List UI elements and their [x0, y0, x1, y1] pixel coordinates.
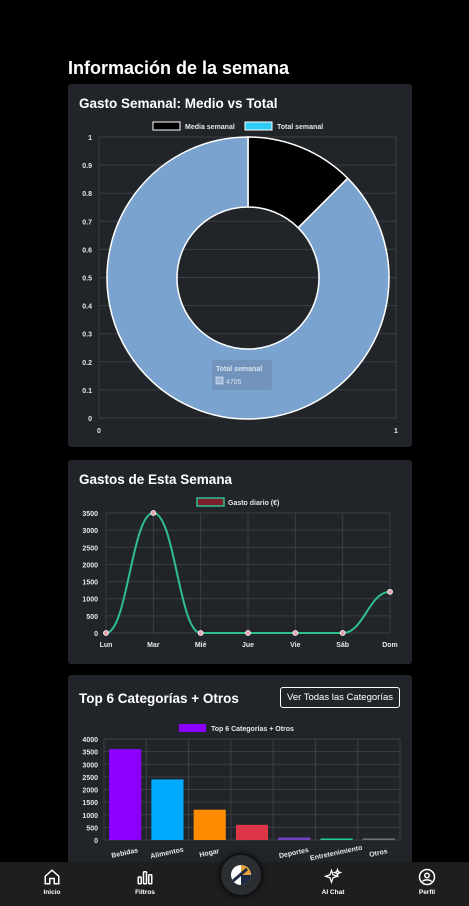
bar [193, 809, 226, 840]
app-logo-icon [231, 865, 251, 885]
legend-label: Top 6 Categorías + Otros [211, 726, 294, 733]
y-tick-label: 0.5 [82, 276, 92, 283]
bar [151, 779, 184, 840]
nav-label-ai-chat: AI Chat [321, 889, 345, 896]
nav-item-inicio[interactable]: Inicio [22, 868, 82, 896]
x-tick-label: 1 [394, 428, 398, 435]
x-tick-label: Alimentos [150, 847, 185, 861]
nav-label-inicio: Inicio [43, 889, 61, 896]
y-tick-label: 500 [86, 614, 98, 621]
user-circle-icon [418, 868, 436, 886]
x-tick-label: Otros [369, 848, 389, 859]
bar [278, 837, 311, 840]
legend-label: Gasto diario (€) [228, 500, 279, 507]
y-tick-label: 0.9 [82, 163, 92, 170]
data-point [197, 630, 204, 636]
x-tick-label: Deportes [278, 847, 309, 860]
y-tick-label: 1 [88, 135, 92, 142]
home-icon [44, 869, 60, 885]
y-tick-label: 2500 [82, 545, 98, 552]
legend-swatch [152, 121, 181, 131]
data-point [150, 510, 157, 516]
y-tick-label: 1000 [82, 813, 98, 820]
bar [235, 824, 269, 840]
bar [109, 749, 142, 840]
y-tick-label: 0.7 [82, 219, 92, 226]
legend-swatch [179, 724, 206, 732]
y-tick-label: 2000 [82, 788, 98, 795]
x-tick-label: Hogar [199, 848, 221, 859]
legend-swatch [196, 497, 225, 507]
data-point [245, 630, 251, 636]
legend-swatch [244, 121, 273, 131]
x-tick-label: Sáb [336, 642, 349, 649]
x-tick-label: Lun [100, 642, 113, 649]
legend-label: Media semanal [185, 124, 235, 131]
y-tick-label: 500 [86, 825, 98, 832]
weekly-average-card: Gasto Semanal: Medio vs Total 0 0.1 0.2 0.3… [68, 84, 412, 447]
y-tick-label: 3500 [82, 511, 98, 518]
y-tick-label: 1500 [82, 580, 98, 587]
x-tick-label: Dom [382, 642, 398, 649]
bar-chart-icon [137, 871, 153, 885]
sparkles-icon [324, 868, 342, 885]
y-tick-label: 0.3 [82, 332, 92, 339]
data-point [292, 630, 299, 636]
x-tick-label: Bebidas [111, 847, 139, 860]
data-point [103, 630, 109, 636]
x-tick-label: 0 [97, 428, 101, 435]
data-point [387, 588, 393, 595]
y-tick-label: 0 [94, 631, 98, 638]
nav-label-perfil: Perfil [418, 889, 436, 896]
donut-chart[interactable]: 0 0.1 0.2 0.3 0.4 0.5 0.6 0.7 0.8 0.9 1 0 1 Media sem… [68, 84, 412, 447]
y-tick-label: 1000 [82, 597, 98, 604]
top-categories-card: Top 6 Categorías + Otros Ver Todas las C… [68, 675, 412, 875]
y-tick-label: 0.8 [82, 191, 92, 198]
center-action-button[interactable] [219, 853, 263, 897]
nav-item-filtros[interactable]: Filtros [115, 868, 175, 896]
weekly-expenses-card: Gastos de Esta Semana 0 500 1000 1500 2000 25… [68, 460, 412, 664]
line-chart[interactable]: 0 500 1000 1500 2000 2500 3000 3500 Lun Mar Mié Jue… [68, 460, 412, 664]
x-tick-label: Vie [290, 642, 300, 649]
x-tick-label: Entretenimiento [309, 845, 363, 863]
data-point [339, 630, 346, 636]
y-tick-label: 2500 [82, 775, 98, 782]
x-tick-label: Jue [242, 642, 254, 649]
x-tick-label: Mié [195, 642, 207, 649]
tooltip-value: 4705 [226, 379, 242, 386]
y-tick-label: 0 [94, 838, 98, 845]
nav-label-filtros: Filtros [135, 889, 155, 896]
nav-item-ai-chat[interactable]: AI Chat [303, 868, 363, 896]
y-tick-label: 0.4 [82, 304, 92, 311]
y-tick-label: 1500 [82, 800, 98, 807]
legend-label: Total semanal [277, 124, 323, 131]
x-tick-label: Mar [147, 642, 160, 649]
page-title: Información de la semana [68, 58, 290, 78]
y-tick-label: 0 [88, 416, 92, 423]
y-tick-label: 4000 [82, 737, 98, 744]
y-tick-label: 0.6 [82, 247, 92, 254]
y-tick-label: 3000 [82, 528, 98, 535]
y-tick-label: 0.2 [82, 360, 92, 367]
bar [320, 838, 353, 840]
y-tick-label: 0.1 [82, 388, 92, 395]
nav-item-perfil[interactable]: Perfil [397, 868, 457, 896]
y-tick-label: 2000 [82, 562, 98, 569]
bar-chart[interactable]: 05001000150020002500300035004000Top 6 Ca… [68, 675, 412, 875]
y-tick-label: 3000 [82, 762, 98, 769]
tooltip-box [212, 360, 272, 390]
tooltip-title: Total semanal [216, 366, 262, 373]
tooltip-swatch [215, 376, 224, 385]
y-tick-label: 3500 [82, 750, 98, 757]
bar [362, 838, 395, 840]
